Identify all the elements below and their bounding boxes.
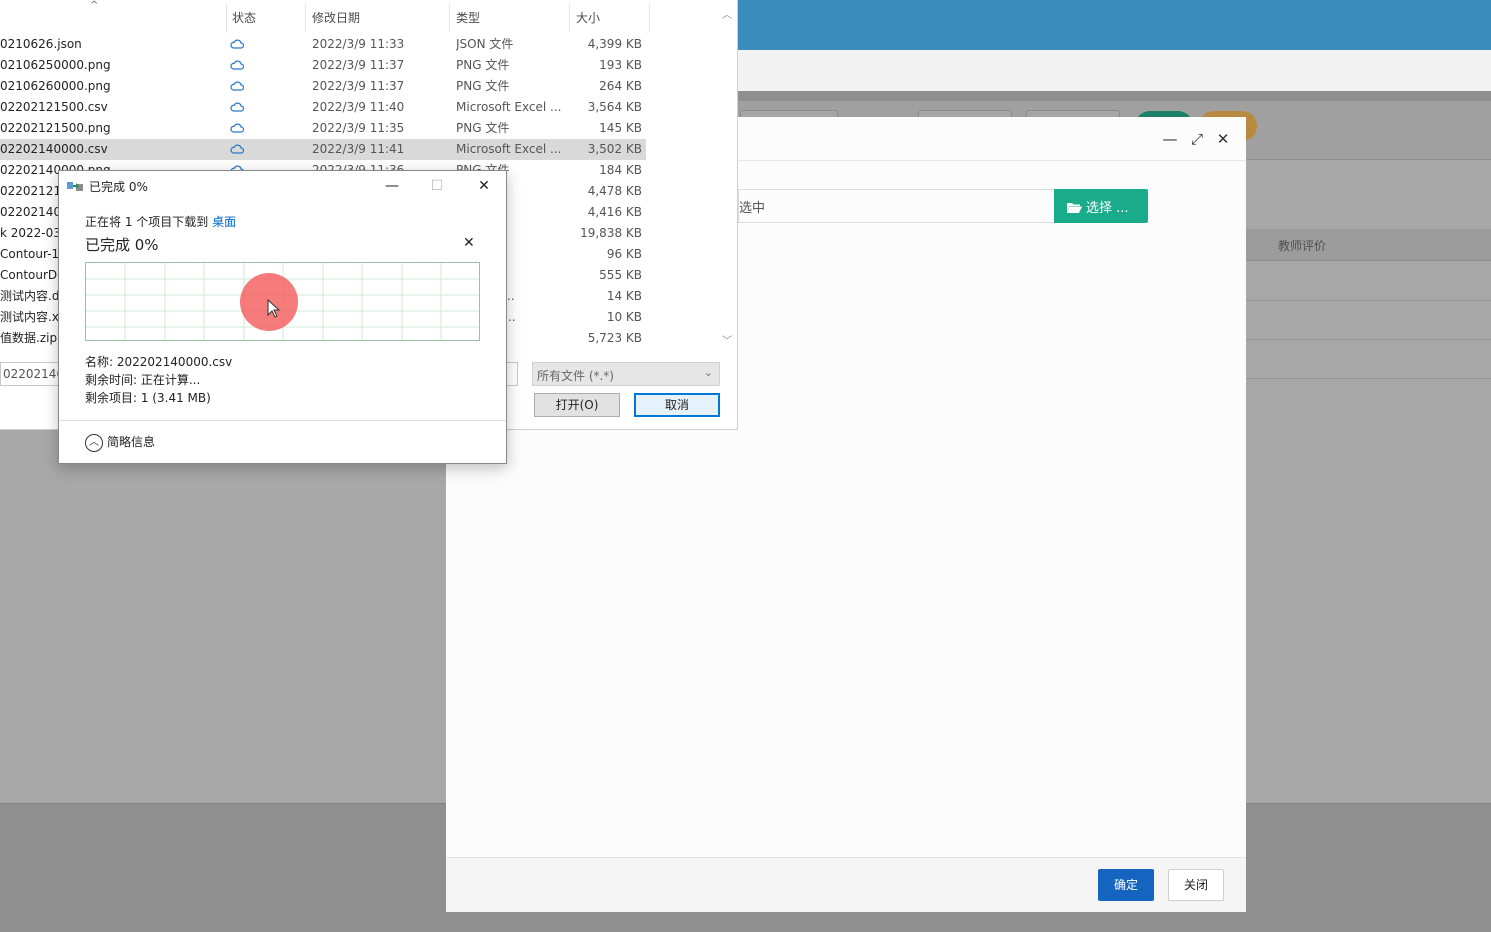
cloud-sync-icon <box>230 77 250 98</box>
table-row[interactable] <box>1246 262 1491 301</box>
close-button[interactable]: 关闭 <box>1168 869 1224 901</box>
open-button[interactable]: 打开(O) <box>534 393 620 417</box>
file-row[interactable]: 02202121500.png 2022/3/9 11:35 PNG 文件 145 K… <box>0 118 646 139</box>
maximize-icon: ☐ <box>430 178 444 194</box>
file-size-cell: 5,723 KB <box>587 331 642 345</box>
choose-file-label: 选择 ... <box>1086 201 1129 216</box>
column-header-size[interactable]: 大小 <box>576 4 600 32</box>
file-row[interactable]: 02106260000.png 2022/3/9 11:37 PNG 文件 264 K… <box>0 76 646 97</box>
chevron-down-icon: ⌄ <box>703 366 713 379</box>
choose-file-button[interactable]: 选择 ... <box>1054 189 1148 223</box>
file-name-cell: 02106260000.png <box>0 79 111 93</box>
cloud-sync-icon <box>230 98 250 119</box>
file-name-line: 名称: 202202140000.csv <box>85 355 233 369</box>
column-separator[interactable] <box>649 4 650 32</box>
time-remaining-line: 剩余时间: 正在计算... <box>85 373 201 387</box>
file-size-cell: 14 KB <box>606 289 642 303</box>
file-name-cell: 02202121500.png <box>0 121 111 135</box>
file-size-cell: 184 KB <box>599 163 642 177</box>
folder-open-icon <box>1067 203 1082 213</box>
maximize-icon[interactable]: ⤢ <box>1188 130 1206 148</box>
column-separator[interactable] <box>449 4 450 32</box>
table-header: 教师评价 <box>1246 229 1491 261</box>
items-remaining-line: 剩余项目: 1 (3.41 MB) <box>85 391 211 405</box>
file-size-cell: 555 KB <box>599 268 642 282</box>
file-row[interactable]: 02202121500.csv 2022/3/9 11:40 Microsoft E… <box>0 97 646 118</box>
download-arrow-icon <box>67 182 83 191</box>
file-type-cell: PNG 文件 <box>456 79 510 93</box>
percent-complete: 已完成 0% <box>85 236 159 254</box>
column-separator[interactable] <box>305 4 306 32</box>
file-size-cell: 4,478 KB <box>587 184 642 198</box>
file-size-cell: 3,502 KB <box>587 142 642 156</box>
file-row[interactable]: 02202140000.csv 2022/3/9 11:41 Microsoft E… <box>0 139 646 160</box>
cloud-sync-icon <box>230 119 250 140</box>
file-date-cell: 2022/3/9 11:37 <box>312 58 405 72</box>
sort-ascending-icon[interactable]: ^ <box>90 0 98 11</box>
column-separator[interactable] <box>569 4 570 32</box>
column-header-state[interactable]: 状态 <box>232 4 256 32</box>
cloud-sync-icon <box>230 56 250 77</box>
file-date-cell: 2022/3/9 11:40 <box>312 100 405 114</box>
file-type-cell: PNG 文件 <box>456 58 510 72</box>
divider <box>59 420 506 421</box>
file-size-cell: 264 KB <box>599 79 642 93</box>
cancel-button[interactable]: 取消 <box>634 393 720 417</box>
confirm-button[interactable]: 确定 <box>1098 869 1154 901</box>
file-type-cell: Microsoft Excel ... <box>456 142 562 156</box>
file-name-cell: 02106250000.png <box>0 58 111 72</box>
toggle-label: 简略信息 <box>107 435 156 449</box>
download-progress-dialog: 已完成 0% — ☐ ✕ 正在将 1 个项目下载到 桌面 已完成 0% ✕ 名称… <box>58 170 507 464</box>
file-type-value: 所有文件 (*.*) <box>537 369 614 383</box>
file-type-cell: PNG 文件 <box>456 121 510 135</box>
file-row[interactable]: 02106250000.png 2022/3/9 11:37 PNG 文件 193 K… <box>0 55 646 76</box>
file-name-cell: 02202121500.csv <box>0 100 108 114</box>
file-size-cell: 10 KB <box>606 310 642 324</box>
column-separator[interactable] <box>226 4 227 32</box>
column-header-teacher-eval: 教师评价 <box>1278 239 1327 253</box>
column-header-date[interactable]: 修改日期 <box>312 4 360 32</box>
destination-link[interactable]: 桌面 <box>212 215 236 229</box>
cursor-arrow-icon <box>267 299 281 318</box>
file-type-select[interactable]: 所有文件 (*.*) ⌄ <box>532 362 720 386</box>
file-size-cell: 4,399 KB <box>587 37 642 51</box>
file-date-cell: 2022/3/9 11:35 <box>312 121 405 135</box>
file-row[interactable]: 0210626.json 2022/3/9 11:33 JSON 文件 4,399 K… <box>0 34 646 55</box>
table-row[interactable] <box>1246 340 1491 379</box>
scroll-up-icon[interactable]: ︿ <box>722 6 732 21</box>
fewer-details-toggle[interactable]: ︿ 简略信息 <box>85 433 155 452</box>
table-row[interactable] <box>1246 301 1491 340</box>
file-size-cell: 96 KB <box>606 247 642 261</box>
close-icon[interactable]: ✕ <box>1214 130 1232 148</box>
cloud-sync-icon <box>230 35 250 56</box>
file-type-cell: JSON 文件 <box>456 37 514 51</box>
file-type-cell: Microsoft Excel ... <box>456 100 562 114</box>
chevron-up-icon: ︿ <box>85 433 103 452</box>
file-size-cell: 193 KB <box>599 58 642 72</box>
file-size-cell: 145 KB <box>599 121 642 135</box>
status-text: 正在将 1 个项目下载到 <box>85 215 209 229</box>
scroll-down-icon[interactable]: ﹀ <box>722 332 732 347</box>
cloud-sync-icon <box>230 140 250 161</box>
file-name-cell: 0210626.json <box>0 37 82 51</box>
minimize-icon[interactable]: — <box>377 175 407 197</box>
minimize-icon[interactable]: — <box>1161 130 1179 148</box>
modal-footer: 确定 关闭 <box>446 857 1246 912</box>
file-date-cell: 2022/3/9 11:37 <box>312 79 405 93</box>
download-status: 正在将 1 个项目下载到 桌面 <box>85 213 236 230</box>
dialog-title: 已完成 0% <box>89 180 148 194</box>
file-size-cell: 4,416 KB <box>587 205 642 219</box>
column-header-type[interactable]: 类型 <box>456 4 480 32</box>
file-size-cell: 19,838 KB <box>580 226 642 240</box>
file-date-cell: 2022/3/9 11:33 <box>312 37 405 51</box>
file-date-cell: 2022/3/9 11:41 <box>312 142 405 156</box>
cancel-download-icon[interactable]: ✕ <box>463 235 475 251</box>
file-size-cell: 3,564 KB <box>587 100 642 114</box>
file-path-input[interactable]: 选中 <box>738 189 1054 223</box>
file-name-cell: 02202140000.csv <box>0 142 108 156</box>
close-icon[interactable]: ✕ <box>469 175 499 197</box>
